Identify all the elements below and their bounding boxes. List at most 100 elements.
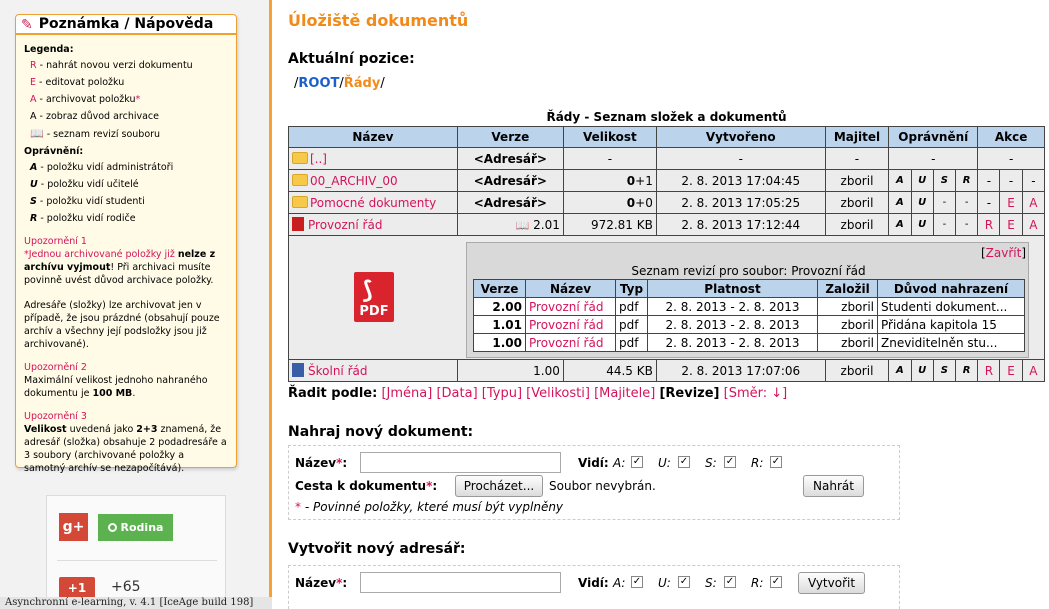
warning-2-text: Maximální velikost jednoho nahraného dok… bbox=[24, 375, 208, 399]
edit-action[interactable]: E bbox=[999, 213, 1023, 236]
no-file-status: Soubor nevybrán. bbox=[549, 479, 656, 493]
close-link[interactable]: [Zavřít] bbox=[981, 246, 1026, 260]
col-name: Název bbox=[288, 126, 458, 148]
revision-link[interactable]: Provozní řád bbox=[529, 300, 603, 314]
social-box: g+ Rodina +1 +65 bbox=[46, 495, 226, 609]
revision-link[interactable]: Provozní řád bbox=[529, 318, 603, 332]
folder-icon bbox=[292, 173, 308, 186]
archive-action[interactable]: A bbox=[1021, 191, 1046, 214]
edit-action[interactable]: E bbox=[999, 359, 1023, 382]
newdir-perm-r-checkbox[interactable]: ✓ bbox=[770, 576, 782, 588]
position-label: Aktuální pozice: bbox=[288, 51, 415, 67]
table-row[interactable]: 00_ARCHIV_00 <Adresář> 0+1 2. 8. 2013 17… bbox=[288, 169, 1046, 192]
upload-perm-u-checkbox[interactable]: ✓ bbox=[678, 456, 690, 468]
reupload-action[interactable]: R bbox=[977, 213, 1001, 236]
upload-heading: Nahraj nový dokument: bbox=[288, 424, 474, 440]
table-row[interactable]: Pomocné dokumenty <Adresář> 0+0 2. 8. 20… bbox=[288, 191, 1046, 214]
table-row[interactable]: [..] <Adresář> - - - - - bbox=[288, 147, 1045, 170]
perm-item: S - položku vidí studenti bbox=[30, 196, 145, 207]
sort-by-name[interactable]: [Jména] bbox=[381, 386, 432, 401]
sort-by-date[interactable]: [Data] bbox=[436, 386, 477, 401]
browse-button[interactable]: Procházet... bbox=[455, 475, 543, 497]
sort-label: Řadit podle: bbox=[288, 386, 378, 401]
circle-icon bbox=[107, 523, 117, 532]
table-row: 1.00 Provozní řád pdf 2. 8. 2013 - 2. 8.… bbox=[473, 333, 1025, 352]
upload-perm-r-checkbox[interactable]: ✓ bbox=[770, 456, 782, 468]
sort-by-type[interactable]: [Typu] bbox=[482, 386, 522, 401]
archive-action[interactable]: A bbox=[1021, 359, 1046, 382]
folder-link[interactable]: Pomocné dokumenty bbox=[310, 196, 436, 210]
help-note-body: Legenda: R - nahrát novou verzi dokument… bbox=[16, 35, 236, 479]
sort-by-size[interactable]: [Velikosti] bbox=[526, 386, 590, 401]
table-caption: Řády - Seznam složek a dokumentů bbox=[546, 110, 787, 124]
newdir-perm-u-checkbox[interactable]: ✓ bbox=[678, 576, 690, 588]
archive-action[interactable]: A bbox=[1021, 213, 1046, 236]
newdir-perm-a-checkbox[interactable]: ✓ bbox=[631, 576, 643, 588]
newdir-name-label: Název*: bbox=[295, 576, 348, 590]
breadcrumb-current[interactable]: Řády bbox=[344, 76, 381, 91]
col-created: Vytvořeno bbox=[655, 126, 826, 148]
breadcrumb-root[interactable]: ROOT bbox=[298, 76, 339, 91]
sort-direction[interactable]: [Směr: ↓] bbox=[724, 386, 788, 401]
sort-by-revision[interactable]: [Revize] bbox=[659, 386, 719, 401]
table-row: 2.00 Provozní řád pdf 2. 8. 2013 - 2. 8.… bbox=[473, 297, 1025, 316]
pdf-preview-icon: ⟆ PDF bbox=[354, 272, 394, 322]
left-sidebar: ✎ Poznámka / Nápověda Legenda: R - nahrá… bbox=[0, 0, 272, 609]
help-note-header: ✎ Poznámka / Nápověda bbox=[16, 15, 236, 35]
edit-action[interactable]: E bbox=[999, 191, 1023, 214]
breadcrumb: /ROOT/Řády/ bbox=[294, 76, 385, 91]
legend-item: 📖 - seznam revizí souboru bbox=[30, 127, 161, 140]
help-note-panel: ✎ Poznámka / Nápověda Legenda: R - nahrá… bbox=[15, 14, 237, 474]
table-header: Název Verze Velikost Vytvořeno Majitel O… bbox=[288, 126, 1045, 148]
legend-item: A - archivovat položku* bbox=[30, 94, 141, 105]
newdir-form: Název*: Vidí: A: ✓ U: ✓ S: ✓ R: ✓ Vytvoř… bbox=[288, 565, 900, 609]
upload-perm-a-checkbox[interactable]: ✓ bbox=[631, 456, 643, 468]
create-dir-button[interactable]: Vytvořit bbox=[798, 572, 865, 594]
folder-icon bbox=[292, 151, 308, 164]
file-link[interactable]: Školní řád bbox=[308, 364, 367, 378]
google-plus-button[interactable]: g+ bbox=[59, 513, 88, 541]
legend-item: A - zobraz důvod archivace bbox=[30, 111, 159, 122]
upload-name-label: Název*: bbox=[295, 456, 348, 470]
required-note: * - Povinné položky, které musí být vypl… bbox=[295, 500, 564, 514]
file-link[interactable]: Provozní řád bbox=[308, 218, 382, 232]
newdir-heading: Vytvořit nový adresář: bbox=[288, 541, 466, 557]
divider bbox=[57, 560, 217, 561]
folder-link[interactable]: 00_ARCHIV_00 bbox=[310, 174, 398, 188]
revision-table: Verze Název Typ Platnost Založil Důvod n… bbox=[473, 279, 1025, 352]
plus-one-button[interactable]: +1 bbox=[59, 577, 95, 599]
upload-button[interactable]: Nahrát bbox=[803, 475, 864, 497]
warning-1-title: Upozornění 1 bbox=[24, 236, 87, 247]
reupload-action[interactable]: R bbox=[977, 359, 1001, 382]
table-row: 1.01 Provozní řád pdf 2. 8. 2013 - 2. 8.… bbox=[473, 315, 1025, 334]
page-title: Úložiště dokumentů bbox=[288, 11, 469, 30]
revision-title: Seznam revizí pro soubor: Provozní řád bbox=[631, 264, 866, 278]
table-header: Verze Název Typ Platnost Založil Důvod n… bbox=[473, 279, 1025, 298]
upload-perm-s-checkbox[interactable]: ✓ bbox=[724, 456, 736, 468]
table-row[interactable]: Provozní řád 📖 2.01 972.81 KB 2. 8. 2013… bbox=[288, 213, 1046, 236]
upload-name-input[interactable] bbox=[360, 452, 561, 473]
pdf-file-icon bbox=[292, 217, 304, 231]
rodina-button[interactable]: Rodina bbox=[98, 514, 173, 541]
col-owner: Majitel bbox=[824, 126, 890, 148]
revision-link[interactable]: Provozní řád bbox=[529, 336, 603, 350]
newdir-name-input[interactable] bbox=[360, 572, 561, 593]
pencil-icon: ✎ bbox=[21, 17, 33, 33]
perm-item: A - položku vidí administrátoři bbox=[30, 162, 174, 173]
warning-2-title: Upozornění 2 bbox=[24, 362, 87, 373]
perm-heading: Oprávnění: bbox=[24, 146, 84, 157]
folder-link[interactable]: [..] bbox=[310, 152, 327, 166]
sort-by-owner[interactable]: [Majitele] bbox=[594, 386, 655, 401]
table-row[interactable]: Školní řád 1.00 44.5 KB 2. 8. 2013 17:07… bbox=[288, 359, 1046, 382]
upload-form: Název*: Vidí: A: ✓ U: ✓ S: ✓ R: ✓ Cesta … bbox=[288, 445, 900, 520]
warning-3-text: Velikost uvedená jako 2+3 znamená, že ad… bbox=[24, 424, 227, 474]
revision-panel: [Zavřít] Seznam revizí pro soubor: Provo… bbox=[466, 242, 1029, 358]
footer-version: Asynchronní e-learning, v. 4.1 [IceAge b… bbox=[0, 597, 272, 609]
legend-heading: Legenda: bbox=[24, 44, 74, 55]
book-icon[interactable]: 📖 bbox=[516, 219, 530, 232]
legend-item: E - editovat položku bbox=[30, 77, 125, 88]
warning-1-text-2: Adresáře (složky) lze archivovat jen v p… bbox=[24, 300, 220, 350]
col-size: Velikost bbox=[562, 126, 657, 148]
newdir-perm-s-checkbox[interactable]: ✓ bbox=[724, 576, 736, 588]
acrobat-icon: ⟆ bbox=[362, 276, 373, 304]
